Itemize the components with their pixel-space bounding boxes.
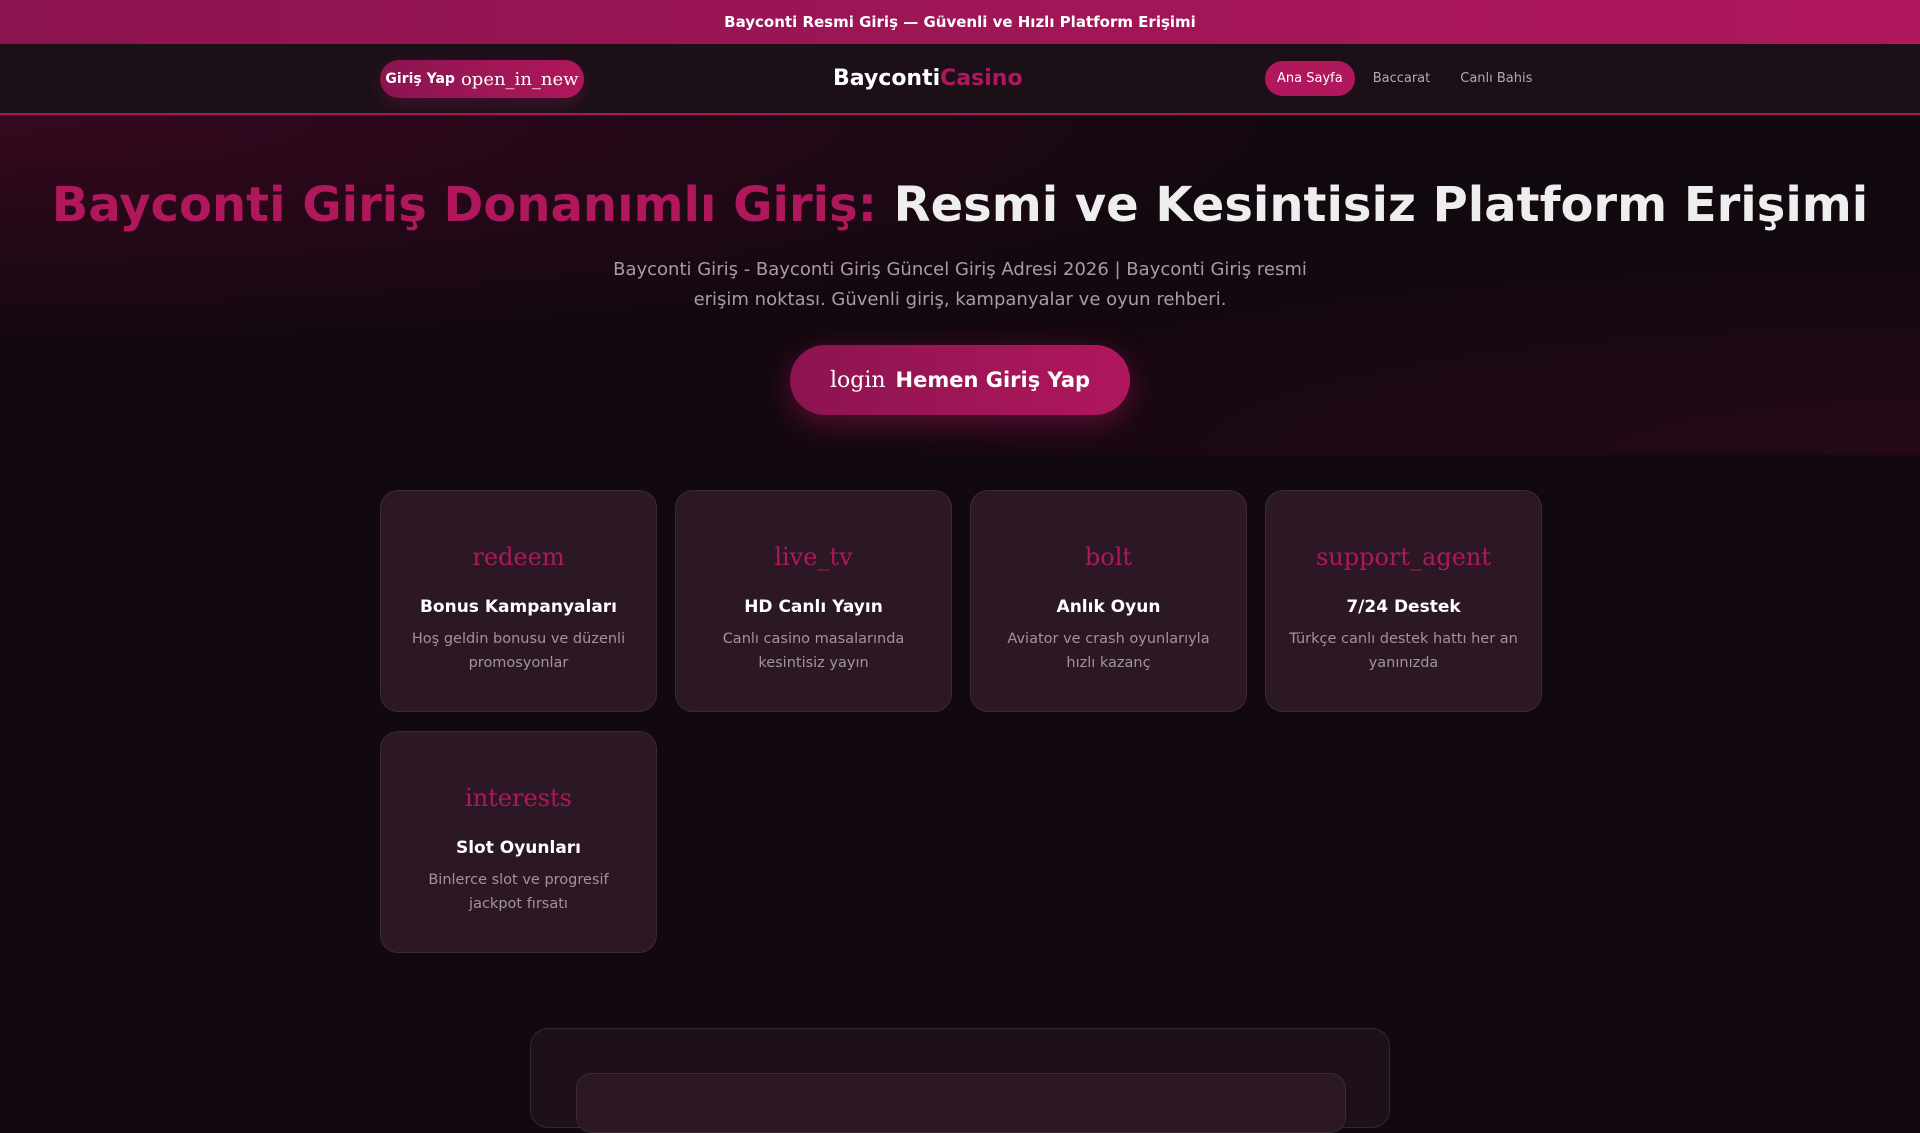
feature-title: Bonus Kampanyaları xyxy=(419,597,618,617)
hero-title: Bayconti Giriş Donanımlı Giriş: Resmi ve… xyxy=(0,177,1920,233)
feature-title: Anlık Oyun xyxy=(1056,597,1161,617)
login-label: Giriş Yap xyxy=(385,71,455,87)
cta-label: Hemen Giriş Yap xyxy=(895,368,1091,392)
redeem-icon: redeem xyxy=(472,543,565,571)
feature-desc: Aviator ve crash oyunlarıyla hızlı kazan… xyxy=(1007,631,1210,671)
feature-grid: redeem Bonus Kampanyaları Hoş geldin bonus… xyxy=(380,490,1542,953)
logo[interactable]: BaycontiCasino xyxy=(833,66,1023,91)
hero-title-accent: Bayconti Giriş Donanımlı Giriş: xyxy=(51,177,877,233)
feature-desc: Türkçe canlı destek hattı her an yanınız… xyxy=(1289,631,1518,671)
cta-login-button[interactable]: login Hemen Giriş Yap xyxy=(790,345,1130,415)
hero-subtitle: Bayconti Giriş - Bayconti Giriş Güncel G… xyxy=(613,259,1307,310)
hero: Bayconti Giriş Donanımlı Giriş: Resmi ve… xyxy=(0,115,1920,455)
main-nav: Ana Sayfa Baccarat Canlı Bahis xyxy=(1265,61,1544,96)
nav-ana-sayfa[interactable]: Ana Sayfa xyxy=(1265,61,1355,96)
announcement-text: Bayconti Resmi Giriş — Güvenli ve Hızlı … xyxy=(724,13,1196,31)
interests-icon: interests xyxy=(465,784,572,812)
feature-card: support_agent 7/24 Destek Türkçe canlı des… xyxy=(1265,490,1542,712)
login-button[interactable]: Giriş Yap open_in_new xyxy=(380,60,584,98)
login-icon: login xyxy=(829,367,886,393)
support-agent-icon: support_agent xyxy=(1315,543,1492,571)
announcement-bar: Bayconti Resmi Giriş — Güvenli ve Hızlı … xyxy=(0,0,1920,44)
content-panel xyxy=(530,1028,1390,1133)
live-tv-icon: live_tv xyxy=(774,543,853,571)
content-panel-inner xyxy=(576,1073,1346,1133)
feature-desc: Canlı casino masalarında kesintisiz yayı… xyxy=(722,631,905,671)
logo-main: Bayconti xyxy=(833,66,941,91)
feature-card: redeem Bonus Kampanyaları Hoş geldin bonus… xyxy=(380,490,657,712)
feature-card: live_tv HD Canlı Yayın Canlı casino masala… xyxy=(675,490,952,712)
feature-desc: Hoş geldin bonusu ve düzenli promosyonla… xyxy=(411,631,626,671)
feature-title: Slot Oyunları xyxy=(455,838,582,858)
feature-desc: Binlerce slot ve progresif jackpot fırsa… xyxy=(428,872,609,912)
feature-card: interests Slot Oyunları Binlerce slot ve p… xyxy=(380,731,657,953)
feature-card: bolt Anlık Oyun Aviator ve crash oyunlarıy… xyxy=(970,490,1247,712)
nav-baccarat[interactable]: Baccarat xyxy=(1361,61,1443,96)
site-header: Giriş Yap open_in_new BaycontiCasino Ana… xyxy=(0,44,1920,115)
feature-title: HD Canlı Yayın xyxy=(744,597,883,617)
hero-title-rest: Resmi ve Kesintisiz Platform Erişimi xyxy=(893,177,1869,233)
nav-canli-bahis[interactable]: Canlı Bahis xyxy=(1448,61,1544,96)
open-in-new-icon: open_in_new xyxy=(460,68,579,90)
bolt-icon: bolt xyxy=(1084,543,1133,571)
feature-title: 7/24 Destek xyxy=(1346,597,1461,617)
logo-accent: Casino xyxy=(940,66,1023,91)
